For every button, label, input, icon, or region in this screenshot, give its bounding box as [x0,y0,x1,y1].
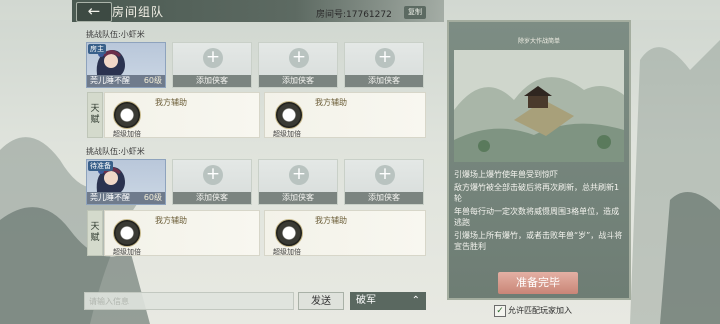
hero-name-bar: 莞儿睡不醒 60级 [87,192,165,204]
team-label: 挑战队伍:小虾米 [86,147,145,156]
boss-title: 除岁大作战简单 [517,38,560,45]
talent-skill-card[interactable]: 我方辅助 超级加倍 [264,92,426,138]
add-hero-slot[interactable]: + 添加侠客 [344,159,424,205]
hero-level: 60级 [143,193,162,202]
add-hero-label: 添加侠客 [345,75,423,87]
back-button[interactable]: ← [76,2,112,22]
skill-desc: 超级加倍 [113,248,141,256]
channel-label: 破军 [356,295,376,306]
chevron-up-icon: ⌃ [411,295,420,306]
room-number: 房间号:17761272 [316,10,392,20]
ready-button[interactable]: 准备完毕 [498,272,578,294]
allow-match-checkbox[interactable]: ✓ [494,305,506,317]
ink-brush-icon [113,219,141,247]
allow-match-label: 允许匹配玩家加入 [508,306,572,315]
ink-brush-icon [113,101,141,129]
page-title: 房间组队 [112,5,165,19]
skill-name: 我方辅助 [315,216,347,225]
plus-icon: + [203,48,223,68]
skill-name: 我方辅助 [315,98,347,107]
battle-map-image [454,50,624,162]
add-hero-label: 添加侠客 [259,192,337,204]
talent-tab[interactable]: 天赋 [87,92,103,138]
add-hero-label: 添加侠客 [345,192,423,204]
add-hero-label: 添加侠客 [173,192,251,204]
channel-select[interactable]: 破军 ⌃ [350,292,426,310]
send-button[interactable]: 发送 [298,292,344,310]
skill-desc: 超级加倍 [113,130,141,138]
add-hero-slot[interactable]: + 添加侠客 [172,42,252,88]
team-label: 挑战队伍:小虾米 [86,30,145,39]
hero-name: 莞儿睡不醒 [90,76,130,85]
add-hero-label: 添加侠客 [259,75,337,87]
hero-level: 60级 [143,76,162,85]
add-hero-slot[interactable]: + 添加侠客 [258,159,338,205]
skill-name: 我方辅助 [155,216,187,225]
plus-icon: + [289,48,309,68]
hero-slot[interactable]: 待准备 莞儿睡不醒 60级 [86,159,166,205]
chat-input[interactable]: 请输入信息 [84,292,294,310]
talent-tab[interactable]: 天赋 [87,210,103,256]
pending-badge: 待准备 [88,161,113,171]
skill-desc: 超级加倍 [273,130,301,138]
plus-icon: + [375,165,395,185]
rule-text: 年兽每行动一定次数将威慑周围3格单位，造成逃跑 [454,207,620,227]
host-badge: 房主 [88,44,106,54]
hero-slot[interactable]: 房主 莞儿睡不醒 60级 [86,42,166,88]
rule-text: 引爆场上所有爆竹，或者击败年兽“岁”，战斗将宣告胜利 [454,231,623,251]
ink-brush-icon [275,219,303,247]
add-hero-slot[interactable]: + 添加侠客 [258,42,338,88]
add-hero-label: 添加侠客 [173,75,251,87]
hero-name: 莞儿睡不醒 [90,193,130,202]
plus-icon: + [375,48,395,68]
talent-skill-card[interactable]: 我方辅助 超级加倍 [104,92,260,138]
copy-button[interactable]: 复制 [404,6,426,19]
back-arrow-icon: ← [87,2,101,20]
plus-icon: + [289,165,309,185]
add-hero-slot[interactable]: + 添加侠客 [344,42,424,88]
rule-text: 敌方爆竹被全部击破后将再次刷新，总共刷新1轮 [454,183,620,203]
add-hero-slot[interactable]: + 添加侠客 [172,159,252,205]
skill-desc: 超级加倍 [273,248,301,256]
hero-name-bar: 莞儿睡不醒 60级 [87,75,165,87]
checkmark-icon: ✓ [496,306,504,316]
talent-skill-card[interactable]: 我方辅助 超级加倍 [264,210,426,256]
talent-skill-card[interactable]: 我方辅助 超级加倍 [104,210,260,256]
rule-text: 引爆场上爆竹使年兽受到惊吓 [454,170,558,179]
ink-brush-icon [275,101,303,129]
skill-name: 我方辅助 [155,98,187,107]
plus-icon: + [203,165,223,185]
